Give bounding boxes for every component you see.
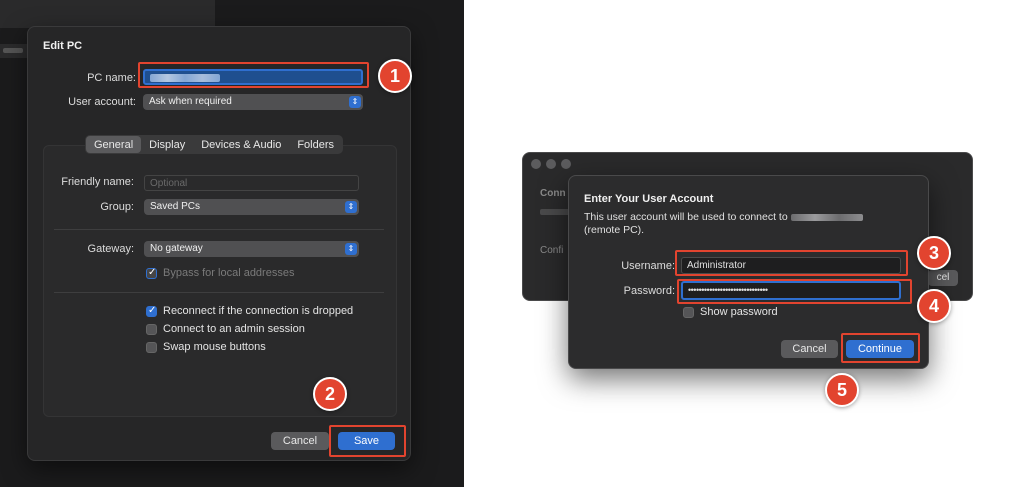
zoom-window-icon[interactable] xyxy=(561,159,571,169)
highlight-pc-name xyxy=(138,62,369,88)
step-badge-2: 2 xyxy=(313,377,347,411)
divider xyxy=(54,292,384,293)
friendly-name-label: Friendly name: xyxy=(61,176,134,188)
gateway-value: No gateway xyxy=(150,243,203,254)
checkbox-icon xyxy=(146,323,157,335)
username-label: Username: xyxy=(621,260,675,272)
description-line1: This user account will be used to connec… xyxy=(584,211,788,223)
tab-devices-audio[interactable]: Devices & Audio xyxy=(193,136,289,153)
highlight-username xyxy=(675,250,908,276)
show-password-label: Show password xyxy=(700,306,778,318)
password-label: Password: xyxy=(623,285,675,297)
description-line2: (remote PC). xyxy=(584,224,645,236)
user-account-value: Ask when required xyxy=(149,96,232,107)
highlight-continue xyxy=(841,333,920,363)
gateway-select[interactable]: No gateway ⇕ xyxy=(144,241,359,257)
tab-display[interactable]: Display xyxy=(141,136,193,153)
updown-chevron-icon: ⇕ xyxy=(345,201,357,213)
tab-general[interactable]: General xyxy=(86,136,142,153)
account-cancel-button[interactable]: Cancel xyxy=(781,340,838,358)
step-badge-4: 4 xyxy=(917,289,951,323)
reconnect-label: Reconnect if the connection is dropped xyxy=(163,305,354,317)
bypass-local-checkbox[interactable]: Bypass for local addresses xyxy=(146,267,294,279)
tab-folders[interactable]: Folders xyxy=(289,136,342,153)
swap-mouse-checkbox[interactable]: Swap mouse buttons xyxy=(146,341,266,353)
behind-title-fragment: Conn xyxy=(540,188,566,199)
step-badge-3: 3 xyxy=(917,236,951,270)
checkbox-icon xyxy=(146,267,157,279)
highlight-password xyxy=(677,279,912,304)
user-account-select[interactable]: Ask when required ⇕ xyxy=(143,94,363,110)
behind-label-fragment: Confi xyxy=(540,245,564,256)
user-account-label: User account: xyxy=(68,96,136,108)
dialog-title: Edit PC xyxy=(43,40,83,52)
friendly-name-input[interactable]: Optional xyxy=(144,175,359,191)
group-value: Saved PCs xyxy=(150,201,201,212)
admin-session-checkbox[interactable]: Connect to an admin session xyxy=(146,323,305,335)
pc-name-label: PC name: xyxy=(87,72,136,84)
bypass-local-label: Bypass for local addresses xyxy=(163,267,295,279)
updown-chevron-icon: ⇕ xyxy=(349,96,361,108)
sidebar-pc-item[interactable] xyxy=(0,44,28,58)
reconnect-checkbox[interactable]: Reconnect if the connection is dropped xyxy=(146,305,353,317)
step-badge-1: 1 xyxy=(378,59,412,93)
account-dialog-title: Enter Your User Account xyxy=(584,193,714,205)
divider xyxy=(54,229,384,230)
redacted-host-name xyxy=(790,213,863,221)
swap-mouse-label: Swap mouse buttons xyxy=(163,341,266,353)
edit-pc-dialog: Edit PC PC name: User account: Ask when … xyxy=(27,26,411,461)
checkbox-icon xyxy=(683,306,694,318)
behind-redacted-text xyxy=(540,209,570,215)
group-select[interactable]: Saved PCs ⇕ xyxy=(144,199,359,215)
settings-tabs: General Display Devices & Audio Folders xyxy=(85,135,344,154)
minimize-window-icon[interactable] xyxy=(546,159,556,169)
step-badge-5: 5 xyxy=(825,373,859,407)
cancel-button[interactable]: Cancel xyxy=(271,432,329,450)
gateway-label: Gateway: xyxy=(87,243,134,255)
checkbox-icon xyxy=(146,341,157,353)
settings-group-box: Friendly name: Optional Group: Saved PCs… xyxy=(43,145,397,417)
toolbar-strip xyxy=(0,0,215,28)
show-password-checkbox[interactable]: Show password xyxy=(683,306,778,318)
close-window-icon[interactable] xyxy=(531,159,541,169)
behind-cancel-button[interactable]: cel xyxy=(928,270,958,286)
account-description: This user account will be used to connec… xyxy=(584,211,863,237)
checkbox-icon xyxy=(146,305,157,317)
updown-chevron-icon: ⇕ xyxy=(345,243,357,255)
group-label: Group: xyxy=(100,201,134,213)
highlight-save xyxy=(329,425,406,457)
admin-session-label: Connect to an admin session xyxy=(163,323,305,335)
